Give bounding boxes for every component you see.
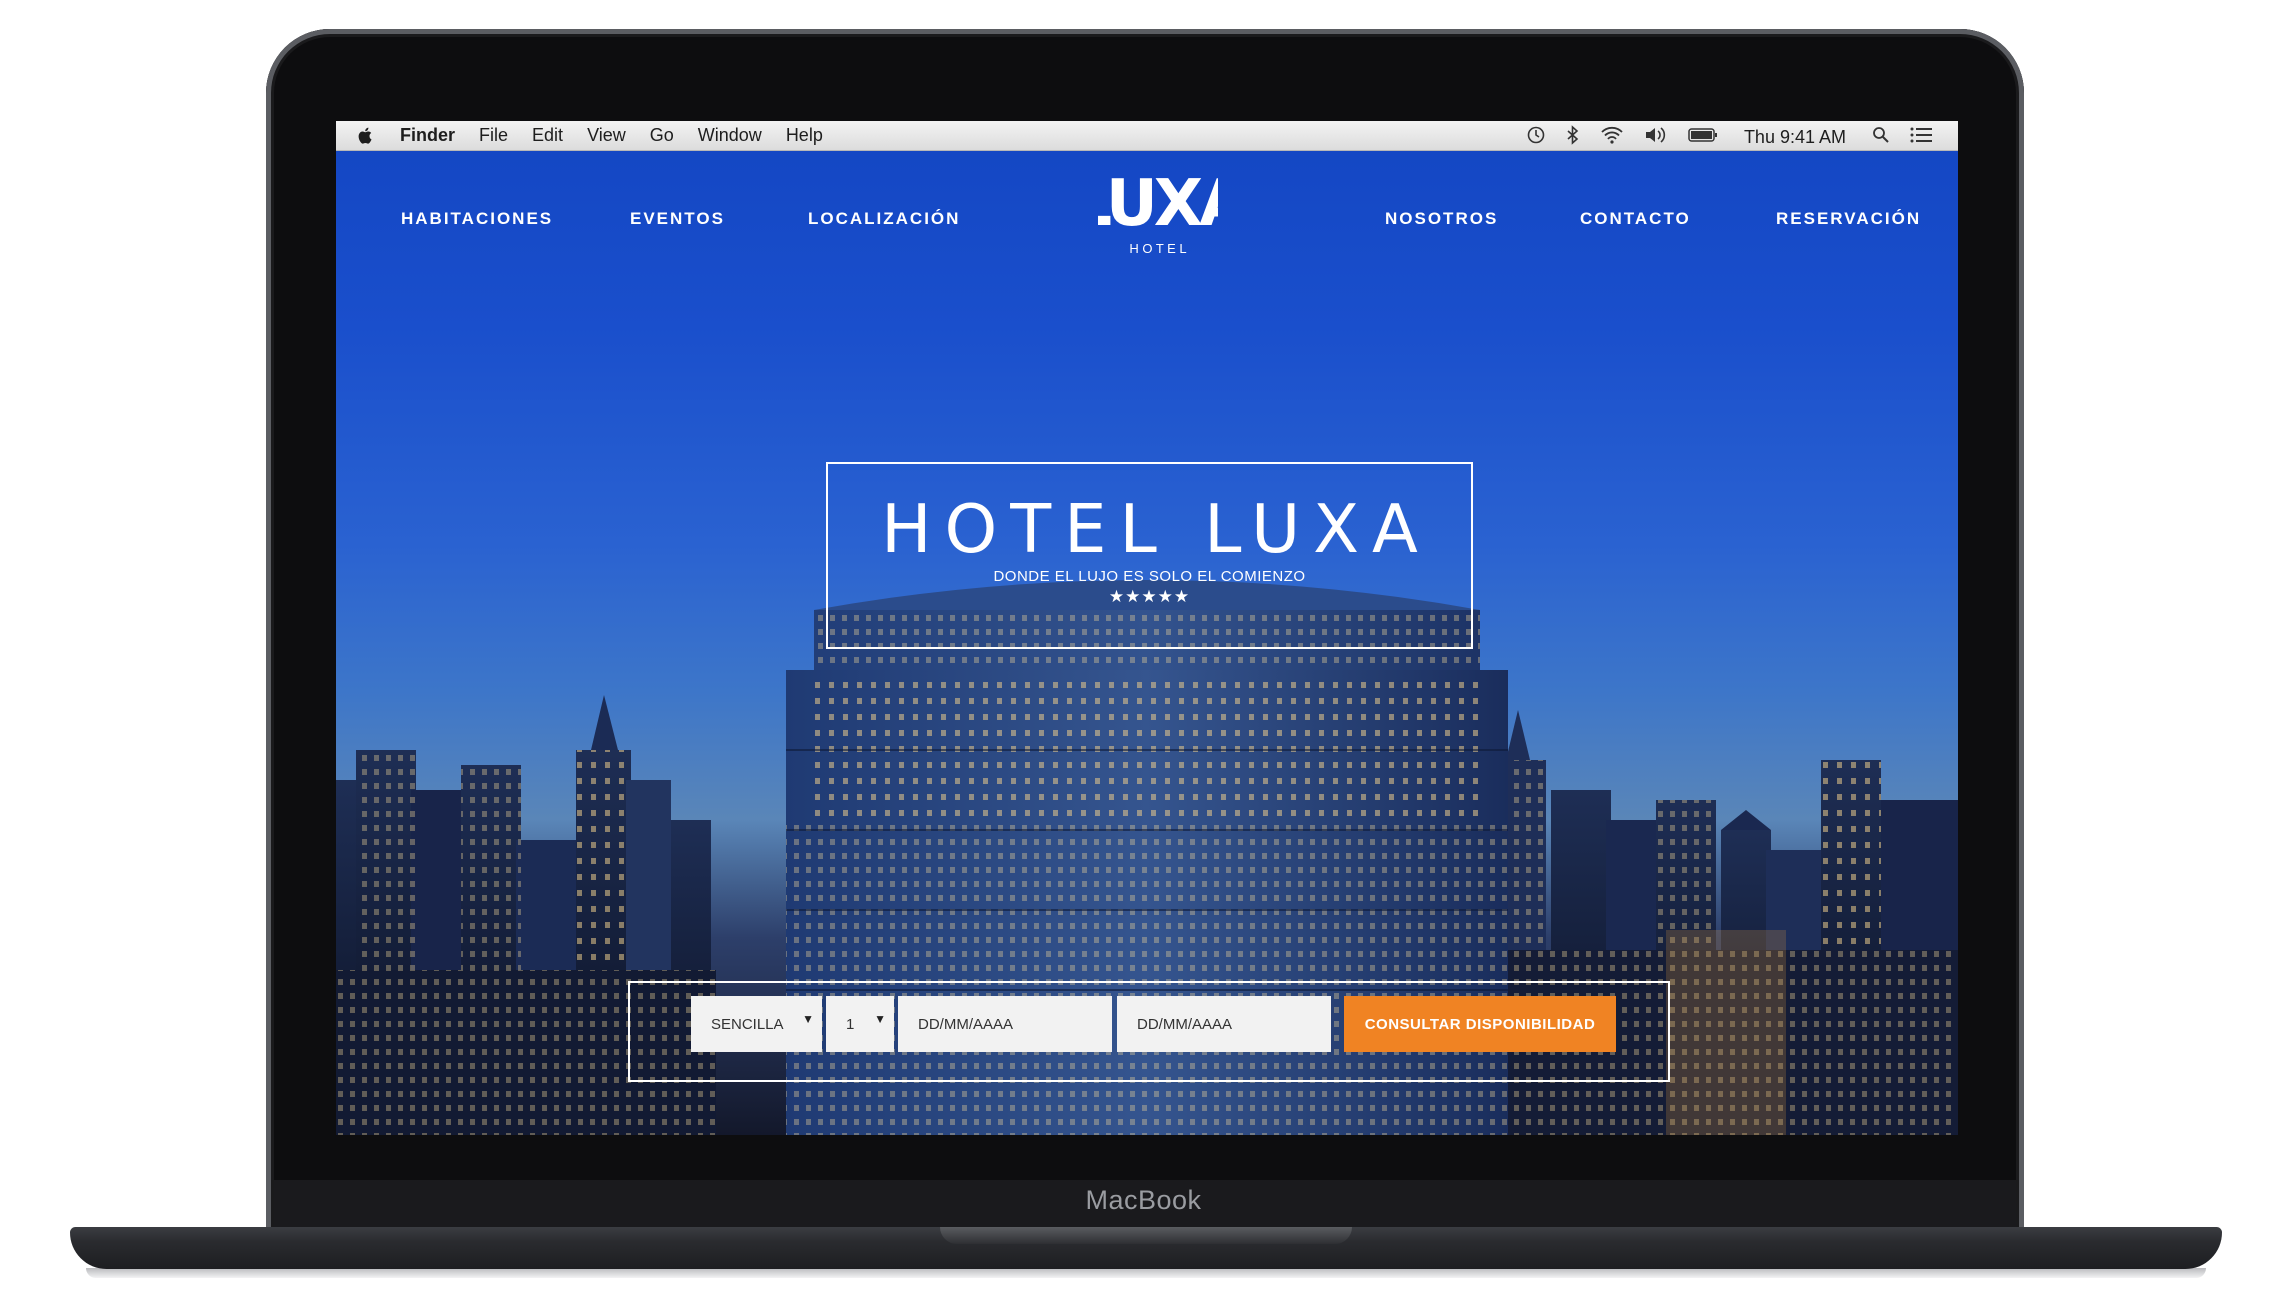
nav-contacto[interactable]: CONTACTO xyxy=(1580,209,1691,229)
apple-icon[interactable] xyxy=(358,127,372,144)
nav-nosotros[interactable]: NOSOTROS xyxy=(1385,209,1498,229)
check-availability-button[interactable]: CONSULTAR DISPONIBILIDAD xyxy=(1344,996,1616,1052)
time-machine-icon[interactable] xyxy=(1526,125,1546,150)
menu-edit[interactable]: Edit xyxy=(532,125,563,146)
menu-view[interactable]: View xyxy=(587,125,626,146)
notification-center-icon[interactable] xyxy=(1910,127,1932,148)
wifi-icon[interactable] xyxy=(1600,126,1624,149)
room-type-value: SENCILLA xyxy=(711,1015,784,1033)
menu-go[interactable]: Go xyxy=(650,125,674,146)
menu-window[interactable]: Window xyxy=(698,125,762,146)
svg-text:LUXA: LUXA xyxy=(1098,167,1218,241)
menu-app-name[interactable]: Finder xyxy=(400,125,455,146)
dropdown-arrow-icon: ▼ xyxy=(802,1012,814,1026)
menu-file[interactable]: File xyxy=(479,125,508,146)
battery-icon[interactable] xyxy=(1688,127,1718,148)
menu-help[interactable]: Help xyxy=(786,125,823,146)
checkin-date-input[interactable]: DD/MM/AAAA xyxy=(898,996,1112,1052)
guests-value: 1 xyxy=(846,1015,855,1033)
dropdown-arrow-icon: ▼ xyxy=(874,1012,886,1026)
device-brand-label: MacBook xyxy=(1085,1185,1202,1215)
site-logo[interactable]: LUXA H O T E L xyxy=(1071,163,1253,268)
svg-text:H O T E L: H O T E L xyxy=(1129,241,1186,256)
nav-reservacion[interactable]: RESERVACIÓN xyxy=(1776,209,1921,229)
checkout-placeholder: DD/MM/AAAA xyxy=(1137,1015,1233,1033)
booking-form: SENCILLA ▼ 1 ▼ DD/MM/AAAA DD/MM/AAAA CON… xyxy=(628,981,1670,1082)
laptop-base-shadow xyxy=(86,1268,2206,1278)
checkin-placeholder: DD/MM/AAAA xyxy=(918,1015,1014,1033)
laptop-notch xyxy=(940,1227,1352,1244)
checkout-date-input[interactable]: DD/MM/AAAA xyxy=(1117,996,1331,1052)
hero-subtitle: DONDE EL LUJO ES SOLO EL COMIENZO xyxy=(993,568,1306,585)
nav-eventos[interactable]: EVENTOS xyxy=(630,209,725,229)
hero-title: HOTEL LUXA xyxy=(881,490,1431,568)
menubar-clock[interactable]: Thu 9:41 AM xyxy=(1744,127,1846,148)
room-type-select[interactable]: SENCILLA ▼ xyxy=(691,996,822,1052)
star-rating: ★★★★★ xyxy=(1108,587,1191,606)
mac-menubar: Finder File Edit View Go Window Help Thu… xyxy=(336,121,1958,151)
nav-habitaciones[interactable]: HABITACIONES xyxy=(401,209,553,229)
laptop-base xyxy=(70,1227,2222,1269)
nav-localizacion[interactable]: LOCALIZACIÓN xyxy=(808,209,960,229)
guests-select[interactable]: 1 ▼ xyxy=(826,996,894,1052)
volume-icon[interactable] xyxy=(1644,126,1668,149)
screen: Finder File Edit View Go Window Help Thu… xyxy=(336,121,1958,1135)
spotlight-search-icon[interactable] xyxy=(1872,126,1890,149)
bluetooth-icon[interactable] xyxy=(1566,125,1580,150)
hero-title-box: HOTEL LUXA DONDE EL LUJO ES SOLO EL COMI… xyxy=(826,462,1473,649)
